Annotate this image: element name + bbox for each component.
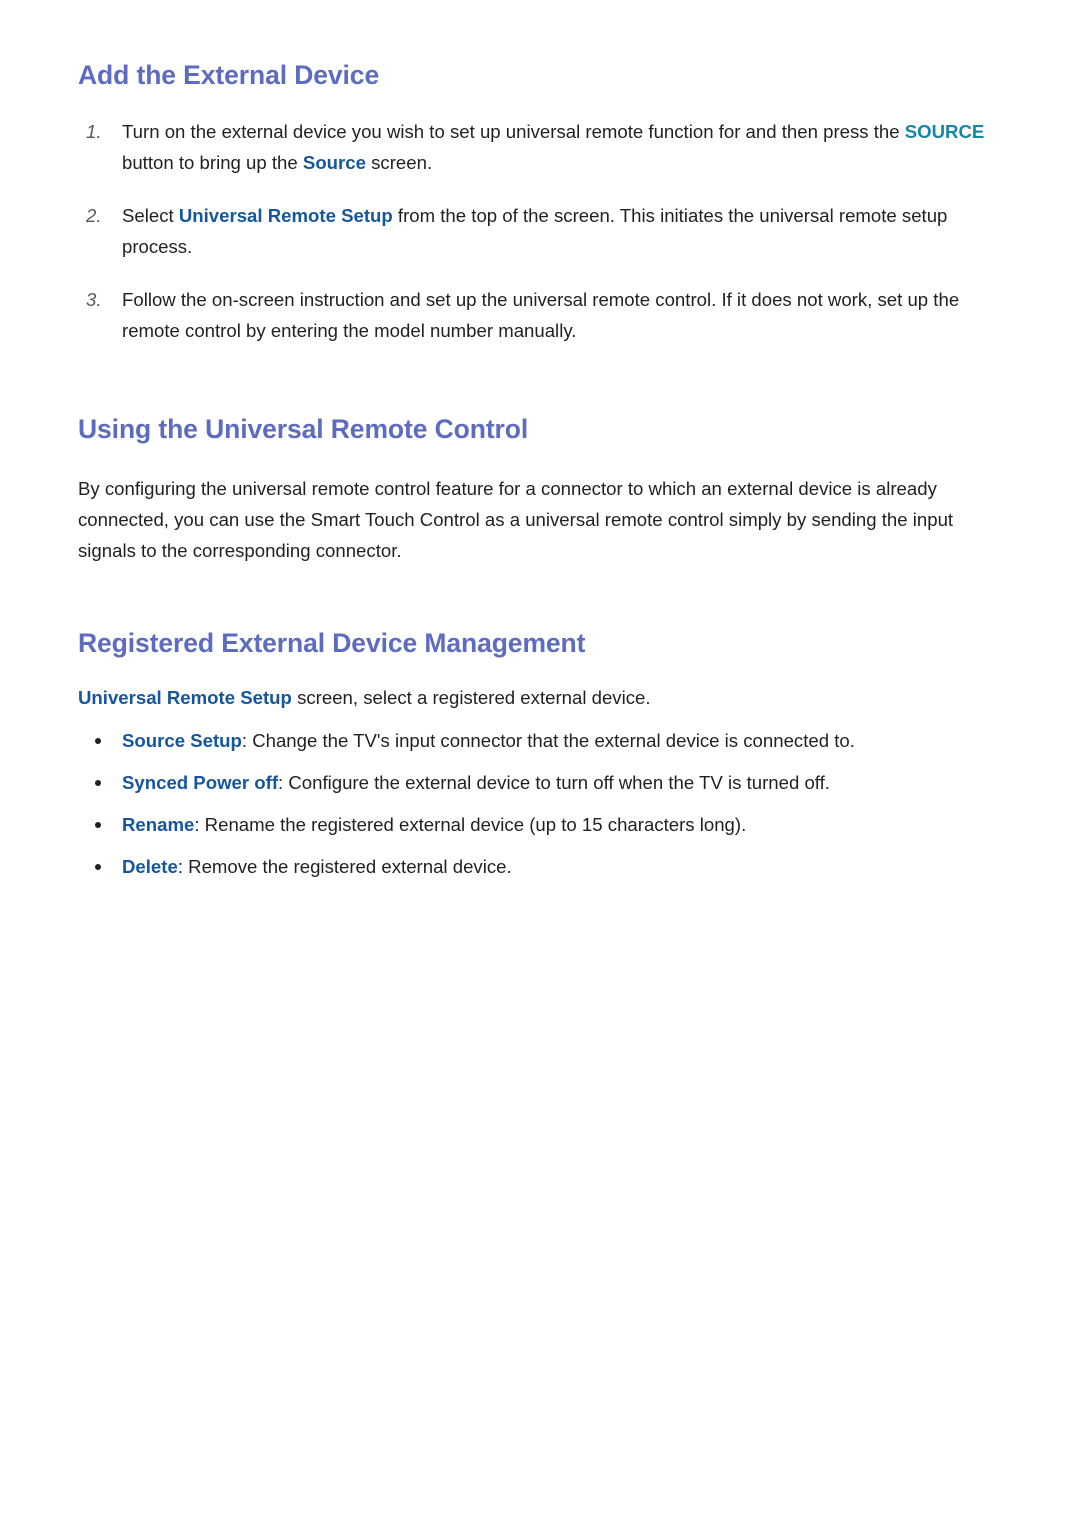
step-1-text-part3: screen. [365, 152, 433, 174]
bullet-dot-icon [95, 822, 101, 829]
section-registered-external-device-management: Registered External Device Management Un… [78, 628, 998, 882]
bullet-dot-icon [95, 738, 101, 745]
heading-registered-external-device-management: Registered External Device Management [78, 627, 586, 658]
section-using-universal-remote-control: Using the Universal Remote Control By co… [78, 414, 998, 565]
bullet-description-source-setup: : Change the TV's input connector that t… [241, 730, 855, 752]
list-item: Delete: Remove the registered external d… [78, 851, 998, 882]
bullet-term-synced-power-off: Synced Power off [122, 772, 279, 794]
step-item-1: 1. Turn on the external device you wish t… [78, 116, 998, 178]
step-1-text-part1: Turn on the external device you wish to … [122, 121, 905, 143]
list-item: Source Setup: Change the TV's input conn… [78, 725, 998, 756]
manual-page: Add the External Device 1. Turn on the ex… [0, 0, 1080, 1527]
step-2-text-part1: Select [122, 205, 179, 227]
bullet-term-source-setup: Source Setup [122, 730, 242, 752]
lead-line-registered-management: Universal Remote Setup screen, select a … [78, 682, 998, 713]
heading-add-external-device: Add the External Device [78, 60, 380, 90]
keyword-universal-remote-setup-lead: Universal Remote Setup [78, 687, 292, 709]
keyword-source-screen: Source [302, 152, 366, 174]
list-item: Rename: Rename the registered external d… [78, 809, 998, 840]
step-1-text-part2: button to bring up the [122, 152, 303, 174]
heading-using-universal-remote-control: Using the Universal Remote Control [78, 414, 529, 445]
bullet-dot-icon [95, 864, 101, 871]
bullet-list-device-management: Source Setup: Change the TV's input conn… [78, 725, 998, 882]
bullet-description-synced-power-off: : Configure the external device to turn … [278, 772, 830, 794]
keyword-source-button: SOURCE [904, 121, 985, 143]
lead-line-rest: screen, select a registered external dev… [291, 687, 651, 709]
step-number-2: 2. [86, 205, 102, 227]
bullet-dot-icon [95, 780, 101, 787]
step-number-3: 3. [86, 289, 102, 311]
step-item-2: 2. Select Universal Remote Setup from the… [78, 200, 998, 262]
step-3-text: Follow the on-screen instruction and set… [122, 289, 960, 342]
step-item-3: 3. Follow the on-screen instruction and s… [78, 284, 998, 346]
steps-list-add-device: 1. Turn on the external device you wish t… [78, 116, 998, 346]
bullet-term-rename: Rename [122, 814, 195, 836]
bullet-description-delete: : Remove the registered external device. [177, 856, 512, 878]
bullet-term-delete: Delete [122, 856, 178, 878]
keyword-universal-remote-setup: Universal Remote Setup [178, 205, 393, 227]
bullet-description-rename: : Rename the registered external device … [194, 814, 747, 836]
section-add-external-device: Add the External Device 1. Turn on the ex… [78, 60, 998, 346]
list-item: Synced Power off: Configure the external… [78, 767, 998, 798]
step-number-1: 1. [86, 121, 102, 143]
paragraph-using-universal-remote-control: By configuring the universal remote cont… [78, 477, 954, 561]
page-content: Add the External Device 1. Turn on the ex… [78, 60, 998, 882]
